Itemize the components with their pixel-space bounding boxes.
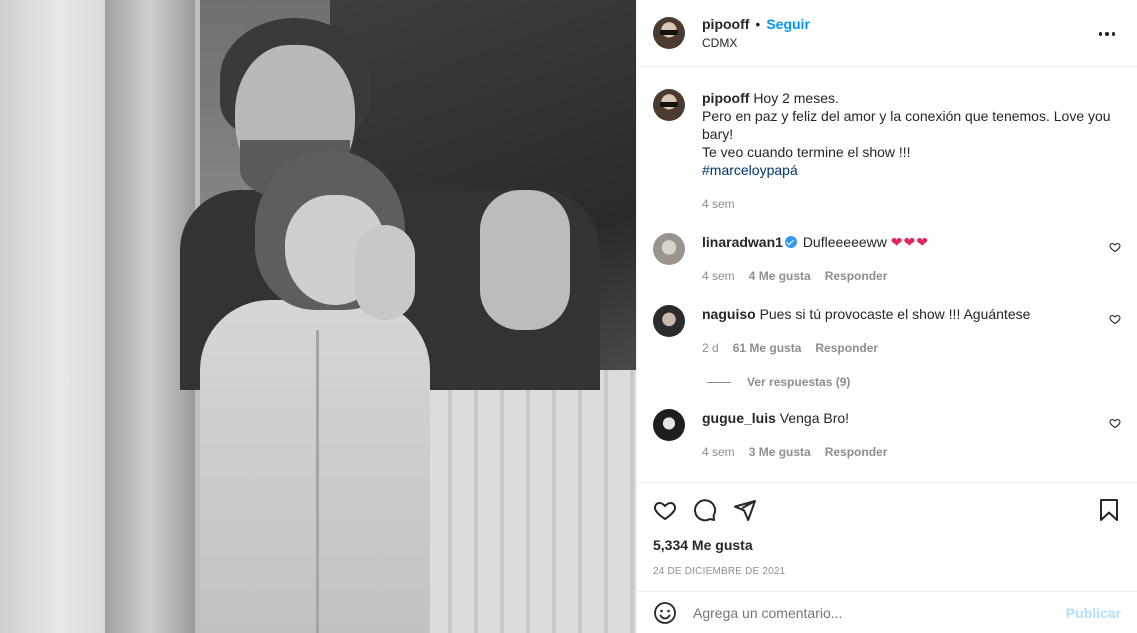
heart-icon[interactable] bbox=[653, 498, 677, 522]
comment-item: linaradwan1 Dufleeeeeww ❤❤❤ 4 sem 4 Me g… bbox=[653, 233, 1121, 285]
post-side-panel: pipooff • Seguir CDMX pipooff Hoy 2 mese… bbox=[636, 0, 1137, 633]
add-comment-bar: Publicar bbox=[637, 591, 1137, 633]
post-location[interactable]: CDMX bbox=[702, 36, 810, 50]
post-dialog: pipooff • Seguir CDMX pipooff Hoy 2 mese… bbox=[0, 0, 1137, 633]
comment-body: naguiso Pues si tú provocaste el show !!… bbox=[702, 305, 1082, 357]
comment-body: gugue_luis Venga Bro! 4 sem 3 Me gusta R… bbox=[702, 409, 1082, 461]
post-header: pipooff • Seguir CDMX bbox=[637, 0, 1137, 67]
post-comment-button[interactable]: Publicar bbox=[1066, 605, 1121, 621]
comment-meta: 4 sem 4 Me gusta Responder bbox=[702, 267, 1082, 285]
replies-line bbox=[707, 381, 731, 383]
more-icon[interactable] bbox=[1097, 24, 1117, 44]
separator-dot: • bbox=[755, 16, 761, 32]
comment-time[interactable]: 4 sem bbox=[702, 267, 735, 285]
photo-girl-hand bbox=[355, 225, 415, 320]
commenter-avatar[interactable] bbox=[653, 305, 685, 337]
comment-item: gugue_luis Venga Bro! 4 sem 3 Me gusta R… bbox=[653, 409, 1121, 461]
photo-girl-body bbox=[200, 300, 430, 633]
comment-icon[interactable] bbox=[693, 498, 717, 522]
comment-username[interactable]: naguiso bbox=[702, 306, 756, 322]
comment-likes[interactable]: 4 Me gusta bbox=[749, 267, 811, 285]
share-button[interactable] bbox=[733, 498, 757, 522]
comment-body: linaradwan1 Dufleeeeeww ❤❤❤ 4 sem 4 Me g… bbox=[702, 233, 1082, 285]
comment-likes[interactable]: 3 Me gusta bbox=[749, 443, 811, 461]
comment-text: Dufleeeeeww bbox=[802, 234, 887, 250]
comments-list[interactable]: pipooff Hoy 2 meses. Pero en paz y feliz… bbox=[637, 67, 1137, 482]
caption-username[interactable]: pipooff bbox=[702, 90, 749, 106]
comment-time[interactable]: 4 sem bbox=[702, 443, 735, 461]
author-line: pipooff • Seguir bbox=[702, 16, 810, 32]
action-bar bbox=[637, 482, 1137, 537]
bookmark-icon[interactable] bbox=[1097, 498, 1121, 522]
share-icon[interactable] bbox=[733, 498, 757, 522]
commenter-avatar[interactable] bbox=[653, 233, 685, 265]
post-photo[interactable] bbox=[0, 0, 636, 633]
comment-input[interactable] bbox=[693, 604, 1066, 621]
heart-icon[interactable] bbox=[1109, 241, 1121, 253]
photo-man-hand bbox=[480, 190, 570, 330]
heart-icon[interactable] bbox=[1109, 417, 1121, 429]
reply-button[interactable]: Responder bbox=[825, 443, 888, 461]
verified-icon bbox=[784, 236, 797, 248]
reply-button[interactable]: Responder bbox=[825, 267, 888, 285]
commenter-avatar[interactable] bbox=[653, 409, 685, 441]
follow-button[interactable]: Seguir bbox=[766, 16, 810, 32]
comment-time[interactable]: 2 d bbox=[702, 339, 719, 357]
caption: pipooff Hoy 2 meses. Pero en paz y feliz… bbox=[653, 89, 1121, 213]
comment-text: Pues si tú provocaste el show !!! Aguánt… bbox=[759, 306, 1031, 322]
comment-button[interactable] bbox=[693, 498, 717, 522]
caption-hashtag[interactable]: #marceloypapá bbox=[702, 161, 1112, 179]
comment-username[interactable]: gugue_luis bbox=[702, 410, 776, 426]
comment-username[interactable]: linaradwan1 bbox=[702, 234, 783, 250]
photo-seat bbox=[400, 370, 636, 633]
author-avatar[interactable] bbox=[653, 17, 685, 49]
likes-count[interactable]: 5,334 Me gusta bbox=[637, 537, 1137, 560]
view-replies-label: Ver respuestas (9) bbox=[747, 375, 851, 389]
caption-avatar[interactable] bbox=[653, 89, 685, 121]
reply-button[interactable]: Responder bbox=[815, 339, 878, 357]
post-date[interactable]: 24 DE DICIEMBRE DE 2021 bbox=[637, 560, 1137, 591]
emoji-icon[interactable] bbox=[653, 601, 677, 625]
author-info: pipooff • Seguir CDMX bbox=[702, 16, 810, 50]
caption-body: pipooff Hoy 2 meses. Pero en paz y feliz… bbox=[702, 89, 1112, 213]
view-replies-button[interactable]: Ver respuestas (9) bbox=[707, 375, 1121, 389]
heart-icon[interactable] bbox=[1109, 313, 1121, 325]
comment-item: naguiso Pues si tú provocaste el show !!… bbox=[653, 305, 1121, 357]
caption-line-1: Hoy 2 meses. bbox=[753, 90, 839, 106]
comment-likes[interactable]: 61 Me gusta bbox=[733, 339, 802, 357]
caption-time[interactable]: 4 sem bbox=[702, 195, 1112, 213]
comment-text: Venga Bro! bbox=[779, 410, 850, 426]
comment-meta: 4 sem 3 Me gusta Responder bbox=[702, 443, 1082, 461]
caption-line-3: Te veo cuando termine el show !!! bbox=[702, 144, 911, 160]
heart-emoji: ❤❤❤ bbox=[890, 234, 929, 250]
save-button[interactable] bbox=[1097, 498, 1121, 525]
photo-girl-zipper bbox=[316, 330, 319, 633]
like-button[interactable] bbox=[653, 498, 677, 522]
comment-meta: 2 d 61 Me gusta Responder bbox=[702, 339, 1082, 357]
caption-line-2: Pero en paz y feliz del amor y la conexi… bbox=[702, 108, 1111, 142]
author-username[interactable]: pipooff bbox=[702, 16, 749, 32]
